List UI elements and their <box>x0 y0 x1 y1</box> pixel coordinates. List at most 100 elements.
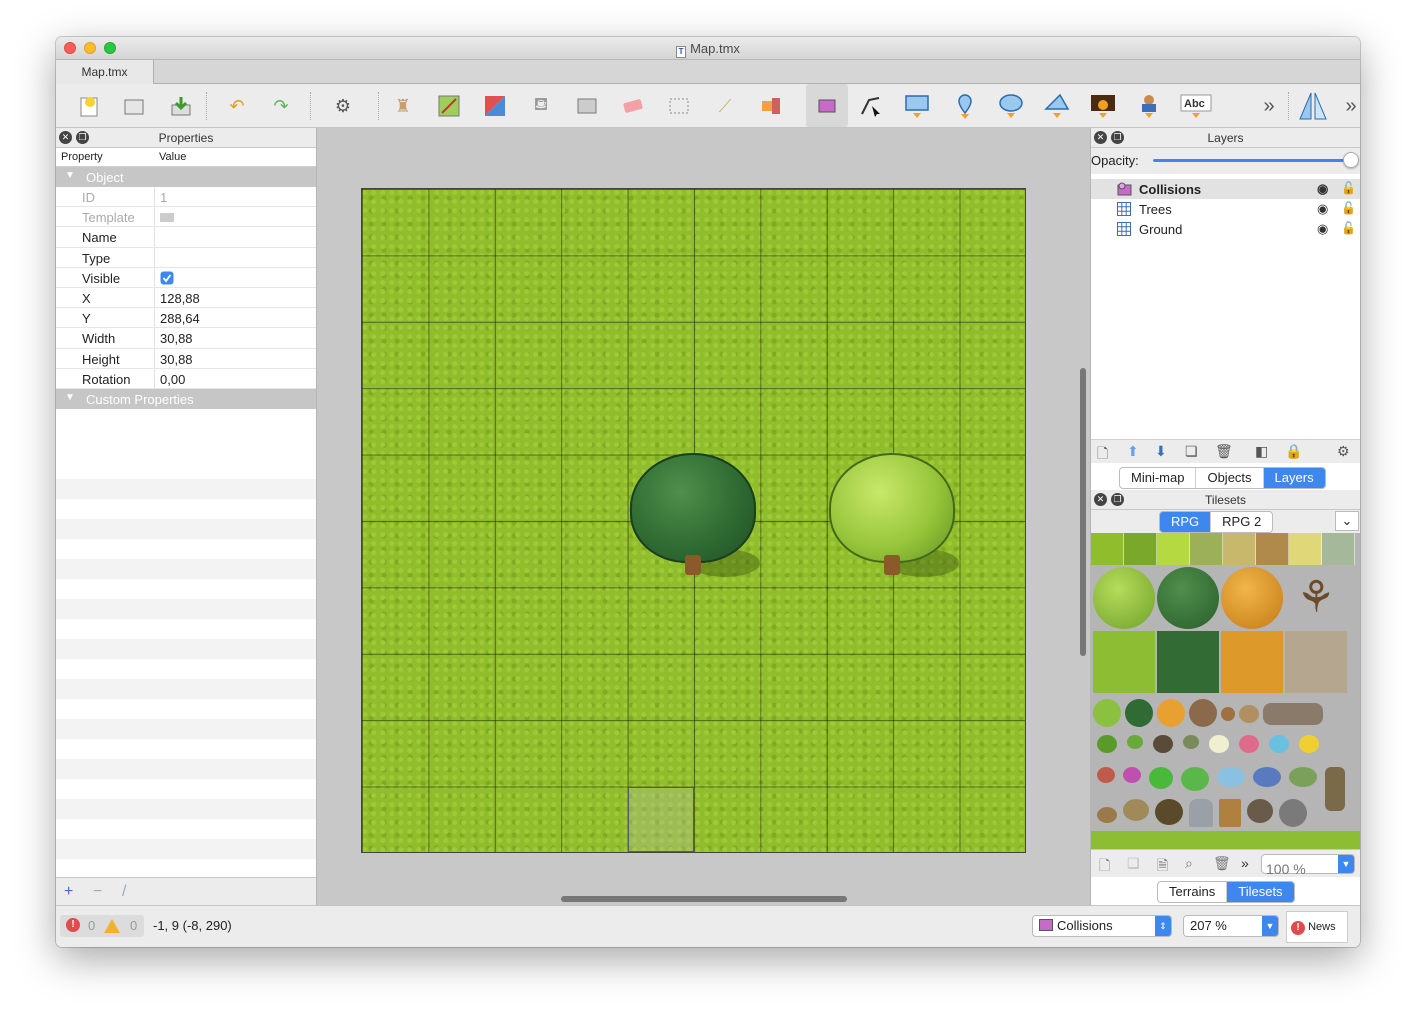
property-row-name[interactable]: Name <box>56 227 316 248</box>
tab-terrains[interactable]: Terrains <box>1158 882 1228 902</box>
tree-tile-light[interactable] <box>829 453 959 583</box>
rename-property-button[interactable]: / <box>122 883 126 901</box>
property-row-y[interactable]: Y 288,64 <box>56 308 316 329</box>
lock-icon[interactable]: 🔓 <box>1341 201 1356 215</box>
add-property-button[interactable]: + <box>64 883 73 901</box>
insert-polygon-icon[interactable] <box>1042 92 1072 120</box>
tileset-tab-rpg[interactable]: RPG <box>1160 512 1212 532</box>
lock-icon[interactable]: 🔓 <box>1341 221 1356 235</box>
terrain-brush-icon[interactable] <box>434 92 464 120</box>
opacity-slider[interactable] <box>1153 159 1349 162</box>
layer-row-trees[interactable]: Trees ◉ 🔓 <box>1091 199 1360 219</box>
more-tools-chevron-icon[interactable]: » <box>1254 92 1284 120</box>
tab-map-tmx[interactable]: Map.tmx <box>56 60 154 84</box>
magic-wand-icon[interactable]: ⟋ <box>710 92 740 120</box>
insert-template-icon[interactable] <box>1134 92 1164 120</box>
visibility-eye-icon[interactable]: ◉ <box>1317 201 1328 217</box>
news-button[interactable]: ! News <box>1286 911 1348 943</box>
insert-point-icon[interactable] <box>950 92 980 120</box>
tab-layers[interactable]: Layers <box>1263 468 1325 488</box>
wang-brush-icon[interactable] <box>480 92 510 120</box>
undo-icon[interactable]: ↶ <box>222 92 252 120</box>
edit-tileset-icon[interactable]: ⌕ <box>1185 855 1193 872</box>
tab-mini-map[interactable]: Mini-map <box>1120 468 1197 488</box>
custom-properties-group-header[interactable]: ▼ Custom Properties <box>56 388 316 409</box>
flip-horizontal-icon[interactable] <box>1298 92 1328 120</box>
lock-icon[interactable]: 🔓 <box>1341 181 1356 195</box>
rotation-value-field[interactable]: 0,00 <box>160 372 185 387</box>
stamp-brush-icon[interactable]: ♜ <box>388 92 418 120</box>
close-panel-icon[interactable]: ✕ <box>1094 493 1107 506</box>
x-value-field[interactable]: 128,88 <box>160 291 200 306</box>
redo-icon[interactable]: ↷ <box>266 92 296 120</box>
property-row-height[interactable]: Height 30,88 <box>56 348 316 369</box>
insert-rectangle-icon[interactable] <box>902 92 932 120</box>
float-panel-icon[interactable]: ❐ <box>1111 493 1124 506</box>
raise-layer-icon[interactable]: ⬆ <box>1127 443 1139 460</box>
save-file-icon[interactable] <box>166 92 196 120</box>
new-layer-icon[interactable]: 🗋 <box>1097 443 1108 467</box>
horizontal-scrollbar[interactable] <box>561 896 847 902</box>
width-value-field[interactable]: 30,88 <box>160 331 193 346</box>
layer-row-ground[interactable]: Ground ◉ 🔓 <box>1091 219 1360 239</box>
show-hide-others-icon[interactable]: ◧ <box>1255 443 1268 460</box>
close-panel-icon[interactable]: ✕ <box>1094 131 1107 144</box>
open-file-icon[interactable] <box>119 92 149 120</box>
lock-layer-icon[interactable]: 🔒 <box>1285 443 1302 460</box>
object-group-header[interactable]: ▼ Object <box>56 167 316 187</box>
float-panel-icon[interactable]: ❐ <box>76 131 89 144</box>
lower-layer-icon[interactable]: ⬇ <box>1155 443 1167 460</box>
select-objects-icon[interactable] <box>806 84 848 127</box>
tileset-tab-rpg2[interactable]: RPG 2 <box>1211 512 1272 532</box>
current-layer-combo[interactable]: Collisions ⇕ <box>1032 915 1172 937</box>
issues-counter[interactable]: ! 0 0 <box>60 915 144 937</box>
tileset-list-chevron-icon[interactable]: ⌄ <box>1335 511 1359 531</box>
opacity-slider-handle[interactable] <box>1343 152 1359 168</box>
more-tileset-actions-icon[interactable]: » <box>1241 855 1249 871</box>
float-panel-icon[interactable]: ❐ <box>1111 131 1124 144</box>
collapse-triangle-icon[interactable]: ▼ <box>65 392 75 403</box>
commands-gear-icon[interactable]: ⚙ <box>328 92 358 120</box>
bucket-fill-icon[interactable]: ⛾ <box>526 92 556 120</box>
property-row-type[interactable]: Type <box>56 247 316 268</box>
y-value-field[interactable]: 288,64 <box>160 311 200 326</box>
tab-objects[interactable]: Objects <box>1196 468 1264 488</box>
value-column-label[interactable]: Value <box>159 151 186 163</box>
shape-fill-icon[interactable] <box>572 92 602 120</box>
tile-map[interactable] <box>361 188 1026 853</box>
property-column-label[interactable]: Property <box>61 151 103 163</box>
new-tileset-icon[interactable]: 🗋 <box>1099 855 1110 879</box>
visibility-eye-icon[interactable]: ◉ <box>1317 221 1328 237</box>
rectangle-select-icon[interactable] <box>664 92 694 120</box>
remove-property-button[interactable]: − <box>93 883 102 901</box>
map-canvas-area[interactable] <box>317 128 1090 905</box>
vertical-scrollbar[interactable] <box>1080 368 1086 656</box>
edit-polygons-icon[interactable] <box>856 92 886 120</box>
tree-tile-dark[interactable] <box>630 453 760 583</box>
layer-properties-icon[interactable]: ⚙ <box>1337 443 1350 460</box>
duplicate-layer-icon[interactable]: ❏ <box>1185 443 1198 460</box>
property-row-rotation[interactable]: Rotation 0,00 <box>56 368 316 389</box>
visibility-eye-icon[interactable]: ◉ <box>1317 181 1328 197</box>
tileset-view[interactable]: ⚘ <box>1091 533 1360 849</box>
export-tileset-icon[interactable]: 🗎 <box>1157 855 1168 879</box>
new-file-icon[interactable] <box>74 92 104 120</box>
eraser-icon[interactable] <box>618 92 648 120</box>
delete-layer-icon[interactable]: 🗑 <box>1215 443 1233 460</box>
zoom-combo[interactable]: 207 % ▼ <box>1183 915 1279 937</box>
insert-ellipse-icon[interactable] <box>996 92 1026 120</box>
remove-tileset-icon[interactable]: 🗑 <box>1213 855 1231 872</box>
height-value-field[interactable]: 30,88 <box>160 352 193 367</box>
collapse-triangle-icon[interactable]: ▼ <box>65 170 75 181</box>
property-row-width[interactable]: Width 30,88 <box>56 328 316 349</box>
tab-tilesets[interactable]: Tilesets <box>1227 882 1294 902</box>
close-panel-icon[interactable]: ✕ <box>59 131 72 144</box>
tileset-zoom-select[interactable]: 100 % ▼ <box>1261 854 1355 877</box>
property-row-visible[interactable]: Visible <box>56 267 316 288</box>
insert-tile-icon[interactable] <box>1088 92 1118 120</box>
property-row-x[interactable]: X 128,88 <box>56 287 316 309</box>
embed-tileset-icon[interactable]: ❏ <box>1127 855 1140 872</box>
insert-text-icon[interactable]: Abc <box>1180 92 1212 120</box>
layer-row-collisions[interactable]: Collisions ◉ 🔓 <box>1091 179 1360 199</box>
collision-rectangle-object[interactable] <box>628 787 694 852</box>
